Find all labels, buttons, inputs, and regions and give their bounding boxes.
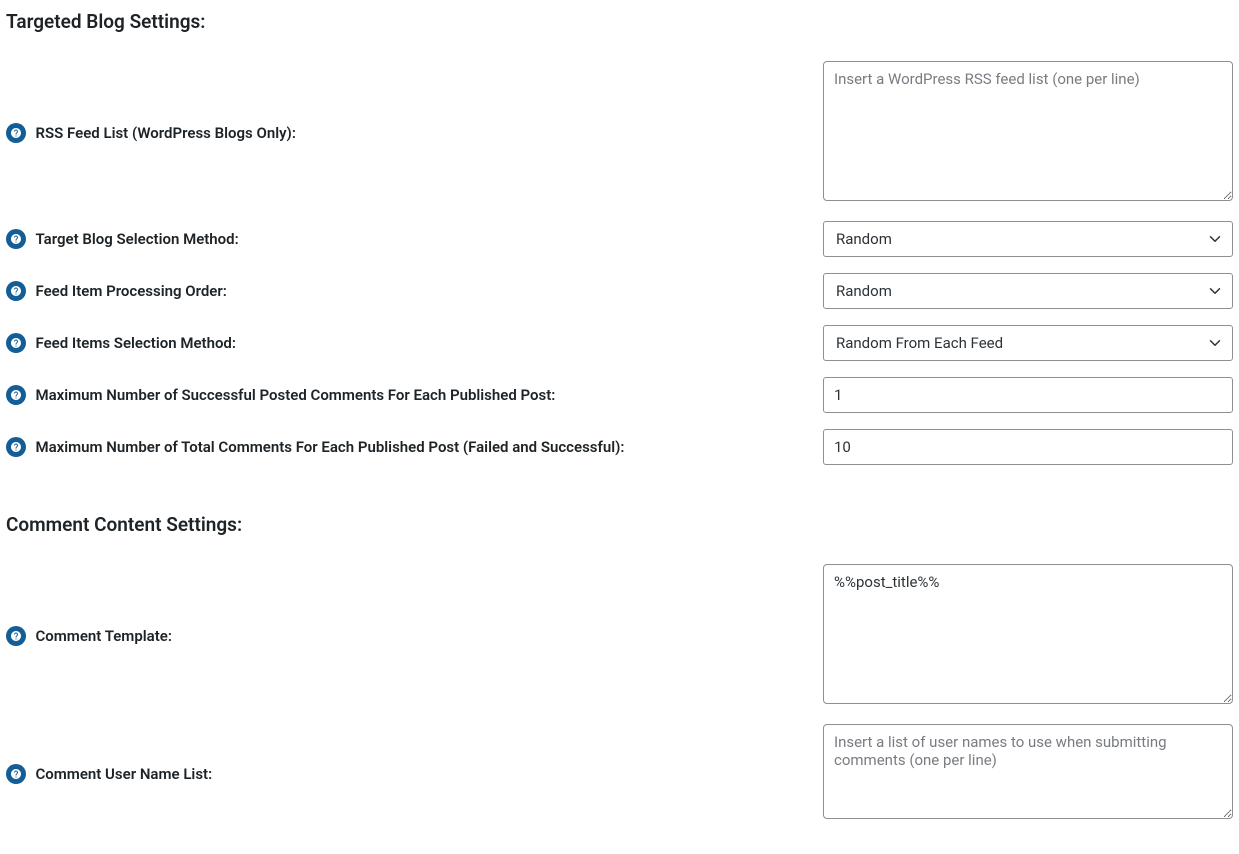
rss-feed-list-input[interactable] bbox=[823, 61, 1233, 201]
rss-feed-list-label: RSS Feed List (WordPress Blogs Only): bbox=[35, 124, 295, 142]
section-heading-comment-content: Comment Content Settings: bbox=[6, 513, 1239, 536]
feed-processing-order-label: Feed Item Processing Order: bbox=[35, 282, 226, 300]
help-icon[interactable] bbox=[6, 437, 26, 457]
feed-items-selection-select[interactable]: Random From Each Feed bbox=[823, 325, 1233, 361]
targeted-blog-settings-table: RSS Feed List (WordPress Blogs Only): Ta… bbox=[0, 53, 1239, 473]
comment-template-input[interactable] bbox=[823, 564, 1233, 704]
help-icon[interactable] bbox=[6, 764, 26, 784]
comment-template-label: Comment Template: bbox=[35, 627, 171, 645]
target-blog-selection-select[interactable]: Random bbox=[823, 221, 1233, 257]
max-successful-input[interactable] bbox=[823, 377, 1233, 413]
comment-user-names-input[interactable] bbox=[823, 724, 1233, 819]
help-icon[interactable] bbox=[6, 333, 26, 353]
max-successful-label: Maximum Number of Successful Posted Comm… bbox=[35, 386, 555, 404]
help-icon[interactable] bbox=[6, 626, 26, 646]
help-icon[interactable] bbox=[6, 123, 26, 143]
feed-processing-order-select[interactable]: Random bbox=[823, 273, 1233, 309]
feed-items-selection-label: Feed Items Selection Method: bbox=[35, 334, 235, 352]
help-icon[interactable] bbox=[6, 229, 26, 249]
target-blog-selection-label: Target Blog Selection Method: bbox=[35, 230, 238, 248]
section-heading-targeted-blog: Targeted Blog Settings: bbox=[6, 10, 1239, 33]
help-icon[interactable] bbox=[6, 281, 26, 301]
comment-user-names-label: Comment User Name List: bbox=[35, 765, 212, 783]
help-icon[interactable] bbox=[6, 385, 26, 405]
comment-content-settings-table: Comment Template: Comment User Name List… bbox=[0, 556, 1239, 831]
max-total-input[interactable] bbox=[823, 429, 1233, 465]
max-total-label: Maximum Number of Total Comments For Eac… bbox=[35, 438, 624, 456]
